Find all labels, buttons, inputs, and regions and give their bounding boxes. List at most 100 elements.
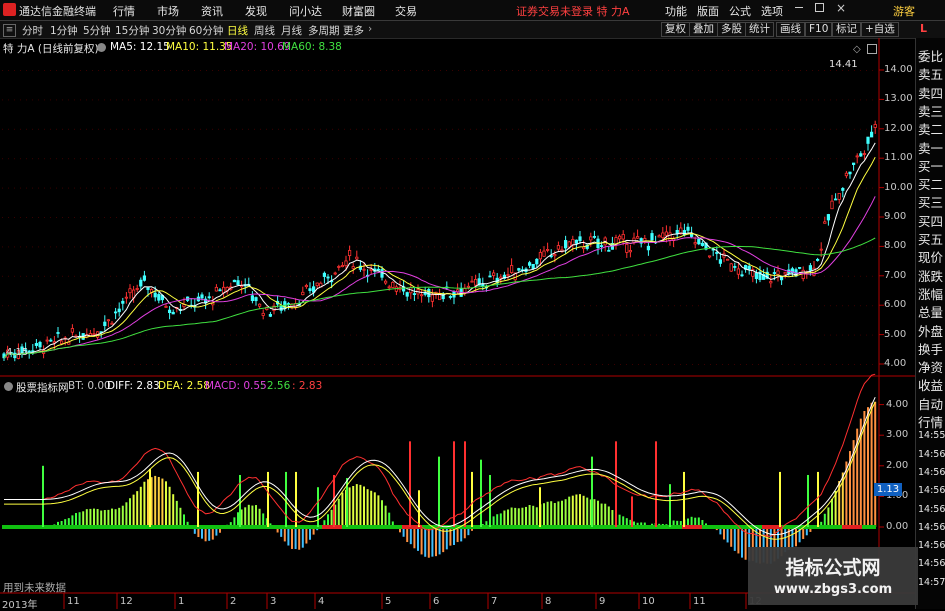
menu-discover[interactable]: 发现: [245, 3, 267, 19]
side-panel-item[interactable]: 总量: [918, 302, 945, 319]
period-60min[interactable]: 60分钟: [189, 23, 223, 38]
period-daily[interactable]: 日线: [227, 23, 248, 38]
grid-dot: [470, 334, 471, 336]
side-panel-item[interactable]: 14:56: [918, 558, 945, 575]
menu-functions[interactable]: 功能: [665, 3, 687, 19]
grid-dot: [152, 128, 153, 130]
grid-dot: [758, 70, 759, 71]
grid-dot: [314, 158, 315, 160]
side-panel-item[interactable]: 14:56: [918, 467, 945, 484]
side-panel-item[interactable]: 卖一: [918, 138, 945, 155]
grid-dot: [314, 99, 315, 101]
grid-dot: [146, 217, 147, 218]
side-panel-item[interactable]: 14:56: [918, 522, 945, 539]
menu-ask[interactable]: 问小达: [289, 3, 322, 19]
grid-dot: [38, 246, 39, 248]
guest-label[interactable]: 游客: [893, 3, 915, 19]
side-panel-item[interactable]: 买五: [918, 229, 945, 246]
minimize-icon[interactable]: [795, 7, 803, 8]
panel-toggle-icon[interactable]: [867, 44, 877, 54]
side-panel-item[interactable]: 行情: [918, 412, 945, 429]
grid-dot: [518, 99, 519, 101]
side-panel-item[interactable]: 卖三: [918, 101, 945, 118]
grid-dot: [116, 99, 117, 101]
chart-canvas[interactable]: [0, 38, 915, 609]
menu-layout[interactable]: 版面: [697, 3, 719, 19]
statistics-button[interactable]: 统计: [745, 22, 774, 37]
adjust-button[interactable]: 复权: [661, 22, 690, 37]
side-panel-item[interactable]: 买四: [918, 211, 945, 228]
grid-dot: [704, 334, 705, 336]
period-1min[interactable]: 1分钟: [50, 23, 78, 38]
side-panel-tag[interactable]: L: [920, 22, 927, 35]
side-panel-item[interactable]: 卖二: [918, 119, 945, 136]
side-panel-item[interactable]: 14:55: [918, 430, 945, 447]
side-panel-item[interactable]: 收益: [918, 375, 945, 392]
diamond-icon[interactable]: ◇: [853, 44, 861, 55]
grid-dot: [758, 305, 759, 307]
f10-button[interactable]: F10: [805, 22, 833, 37]
side-panel-item[interactable]: 卖五: [918, 64, 945, 81]
side-panel-item[interactable]: 委比: [918, 46, 945, 63]
side-panel-item[interactable]: 14:56: [918, 504, 945, 521]
side-panel-item[interactable]: 换手: [918, 339, 945, 356]
side-panel-item[interactable]: 14:57: [918, 577, 945, 594]
period-15min[interactable]: 15分钟: [115, 23, 149, 38]
menu-news[interactable]: 资讯: [201, 3, 223, 19]
grid-dot: [800, 305, 801, 307]
grid-dot: [68, 187, 69, 189]
side-panel-item[interactable]: 14:56: [918, 485, 945, 502]
indicator-settings-icon[interactable]: [4, 382, 13, 391]
menu-quotes[interactable]: 行情: [113, 3, 135, 19]
grid-dot: [224, 187, 225, 189]
period-5min[interactable]: 5分钟: [83, 23, 111, 38]
period-30min[interactable]: 30分钟: [152, 23, 186, 38]
period-tick[interactable]: 分时: [22, 23, 43, 38]
side-panel-item[interactable]: 涨跌: [918, 266, 945, 283]
side-panel-item[interactable]: 现价: [918, 247, 945, 264]
grid-dot: [272, 99, 273, 101]
grid-dot: [440, 217, 441, 218]
draw-line-button[interactable]: 画线: [776, 22, 805, 37]
candle-body: [600, 245, 604, 247]
grid-dot: [14, 99, 15, 101]
side-panel-item[interactable]: 14:56: [918, 540, 945, 557]
grid-dot: [386, 246, 387, 248]
more-chevron-icon[interactable]: ›: [368, 23, 372, 35]
grid-dot: [278, 187, 279, 189]
grid-dot: [782, 128, 783, 130]
close-icon[interactable]: ×: [836, 1, 846, 15]
toolbar-menu-icon[interactable]: ≡: [3, 24, 16, 37]
grid-dot: [608, 334, 609, 336]
side-panel-item[interactable]: 外盘: [918, 321, 945, 338]
grid-dot: [236, 217, 237, 218]
grid-dot: [224, 275, 225, 277]
side-panel-item[interactable]: 自动: [918, 394, 945, 411]
side-panel-item[interactable]: 买二: [918, 174, 945, 191]
side-panel-item[interactable]: 买一: [918, 156, 945, 173]
grid-dot: [644, 99, 645, 101]
menu-wealth[interactable]: 财富圈: [342, 3, 375, 19]
menu-options[interactable]: 选项: [761, 3, 783, 19]
side-panel-item[interactable]: 卖四: [918, 83, 945, 100]
period-monthly[interactable]: 月线: [281, 23, 302, 38]
mark-button[interactable]: 标记: [832, 22, 861, 37]
period-multi[interactable]: 多周期: [308, 23, 340, 38]
side-panel-item[interactable]: 14:56: [918, 449, 945, 466]
period-more[interactable]: 更多: [343, 23, 364, 38]
side-panel-item[interactable]: 涨幅: [918, 284, 945, 301]
maximize-icon[interactable]: [815, 3, 824, 12]
grid-dot: [764, 187, 765, 189]
side-panel-item[interactable]: 买三: [918, 192, 945, 209]
period-weekly[interactable]: 周线: [254, 23, 275, 38]
menu-formula[interactable]: 公式: [729, 3, 751, 19]
menu-trade[interactable]: 交易: [395, 3, 417, 19]
grid-dot: [248, 246, 249, 248]
add-watchlist-button[interactable]: +自选: [861, 22, 899, 37]
side-panel-item[interactable]: 净资: [918, 357, 945, 374]
menu-market[interactable]: 市场: [157, 3, 179, 19]
grid-dot: [140, 70, 141, 71]
multi-stock-button[interactable]: 多股: [717, 22, 746, 37]
overlay-button[interactable]: 叠加: [689, 22, 718, 37]
grid-dot: [476, 334, 477, 336]
